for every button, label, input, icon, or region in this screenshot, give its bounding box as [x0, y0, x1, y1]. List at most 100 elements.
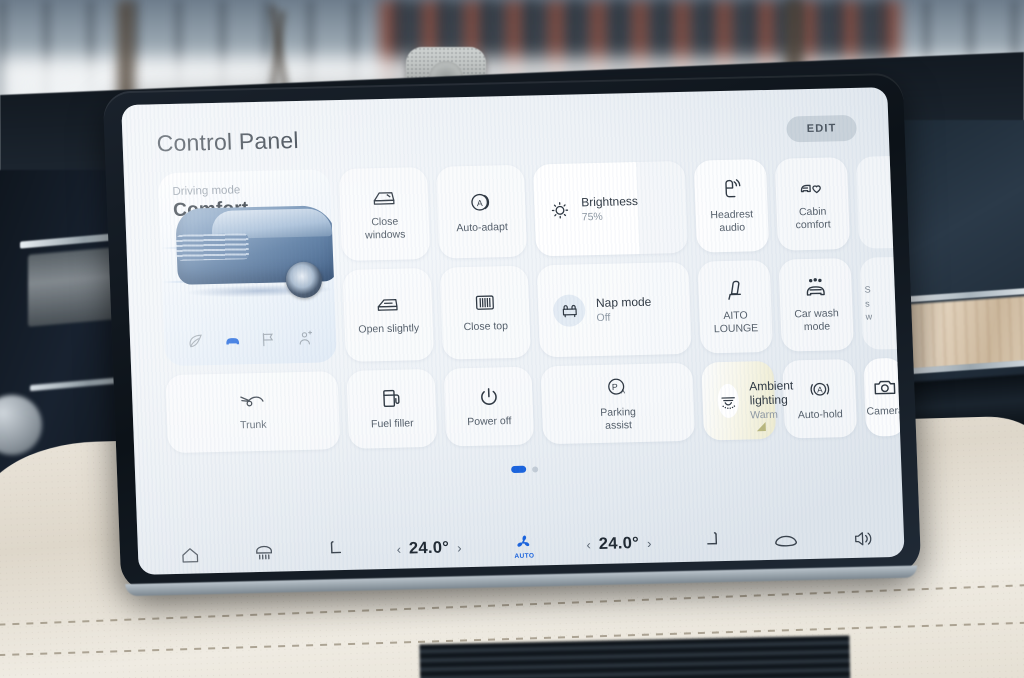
tile-label: Fuel filler [370, 417, 414, 431]
rear-defrost-button[interactable] [252, 542, 275, 563]
cabin-comfort-icon [800, 184, 821, 193]
headrest-audio-icon [725, 178, 741, 198]
tile-trunk[interactable]: Trunk [165, 371, 341, 454]
brightness-slider[interactable]: Brightness 75% [532, 160, 689, 257]
svg-text:A: A [816, 385, 822, 394]
parking-assist-icon: P A [608, 378, 626, 395]
temp-left-increase[interactable]: › [457, 540, 462, 555]
seat-heat-left-icon [330, 541, 342, 554]
tile-label: Cabin comfort [795, 205, 831, 231]
tile-aito-lounge[interactable]: AITO LOUNGE [697, 259, 773, 354]
temp-left-value: 24.0° [408, 538, 450, 558]
edit-button[interactable]: EDIT [786, 114, 858, 142]
ambient-title: Ambient lighting [748, 378, 794, 408]
sunroof-icon [475, 295, 494, 310]
vehicle-illustration [167, 197, 338, 299]
tile-label: Parking assist [600, 405, 637, 432]
tile-label: AITO LOUNGE [713, 309, 759, 335]
auto-hold-icon: A [810, 382, 829, 396]
volume-icon [854, 531, 872, 545]
display-screen: Control Panel EDIT Driving mode Comfort [121, 87, 905, 575]
wood-trim-panel [900, 295, 1024, 371]
tile-label: Camera [866, 404, 905, 418]
svg-text:A: A [476, 198, 482, 208]
lounge-seat-icon [728, 280, 741, 300]
svg-text:P: P [612, 382, 618, 392]
header: Control Panel EDIT [156, 114, 867, 158]
tile-close-windows[interactable]: Close windows [338, 166, 431, 261]
tile-label: Auto-hold [797, 407, 843, 421]
window-closed-icon [373, 191, 395, 205]
control-panel-ui: Control Panel EDIT Driving mode Comfort [121, 87, 905, 575]
auto-adapt-icon: A [470, 193, 489, 211]
driving-mode-selector[interactable] [164, 328, 337, 356]
custom-person-icon[interactable] [296, 330, 314, 352]
svg-text:A: A [621, 388, 626, 395]
comfort-car-icon[interactable] [223, 330, 243, 354]
tile-headrest-audio[interactable]: Headrest audio [693, 158, 770, 253]
eco-leaf-icon[interactable] [187, 332, 205, 354]
tile-parking-assist[interactable]: P A Parking assist [540, 362, 696, 445]
temperature-left[interactable]: ‹ 24.0° › [396, 538, 462, 559]
volume-button[interactable] [852, 528, 875, 549]
tile-label: Close windows [364, 215, 406, 241]
driving-mode-card[interactable]: Driving mode Comfort [157, 169, 338, 367]
page-dot-active[interactable] [510, 465, 526, 474]
camera-icon [873, 380, 895, 395]
ambient-lighting-card[interactable]: Ambient lighting Warm [701, 360, 793, 441]
seat-heat-right-icon [707, 532, 717, 545]
tile-cabin-comfort[interactable]: Cabin comfort [774, 157, 851, 251]
trunk-icon [240, 396, 264, 407]
seat-heat-right-button[interactable] [704, 531, 722, 552]
tile-partial-right-3[interactable] [168, 458, 341, 463]
nap-mode-card[interactable]: Nap mode Off [536, 261, 692, 358]
temp-right-value: 24.0° [598, 534, 640, 553]
tile-label: Open slightly [358, 322, 420, 336]
temp-left-decrease[interactable]: ‹ [396, 542, 401, 557]
tile-car-wash-mode[interactable]: Car wash mode [778, 258, 854, 352]
nap-mode-title: Nap mode [595, 294, 652, 311]
power-icon [480, 387, 497, 405]
temp-right-increase[interactable]: › [647, 536, 652, 551]
tile-label: Auto-adapt [456, 220, 508, 234]
tile-label: Car wash mode [794, 307, 839, 333]
ambient-icon-wrap [717, 383, 740, 419]
rear-defrost-icon [255, 545, 272, 560]
page-indicator[interactable] [169, 457, 879, 481]
fuel-pump-icon [383, 389, 400, 408]
temperature-right[interactable]: ‹ 24.0° › [586, 534, 652, 555]
control-grid: Driving mode Comfort [157, 155, 905, 463]
ambient-light-icon [721, 396, 736, 409]
tile-fuel-filler[interactable]: Fuel filler [346, 368, 438, 449]
infotainment-display: Control Panel EDIT Driving mode Comfort [102, 72, 922, 597]
tile-power-off[interactable]: Power off [443, 366, 535, 447]
car-interior-photo: Control Panel EDIT Driving mode Comfort [0, 0, 1024, 678]
fan-auto-button[interactable]: AUTO [514, 533, 535, 560]
nap-mode-icon-wrap [552, 294, 586, 328]
tile-label: Trunk [239, 418, 267, 432]
nap-mode-value: Off [596, 311, 611, 325]
ambient-value: Warm [750, 408, 779, 422]
car-profile-button[interactable] [773, 531, 800, 550]
sun-icon [551, 201, 569, 219]
car-wash-icon [806, 277, 825, 296]
temp-right-decrease[interactable]: ‹ [586, 537, 591, 552]
tile-label: Close top [463, 320, 509, 334]
page-dot[interactable] [531, 465, 538, 473]
sport-flag-icon[interactable] [260, 331, 278, 353]
tile-label: Headrest audio [710, 208, 754, 234]
fan-auto-label: AUTO [514, 552, 535, 560]
nap-seat-icon [562, 304, 577, 317]
brightness-value: 75% [581, 210, 603, 224]
tile-open-slightly[interactable]: Open slightly [342, 267, 434, 362]
brightness-title: Brightness [580, 194, 639, 210]
tile-close-top[interactable]: Close top [439, 265, 531, 360]
resize-corner-icon [756, 422, 766, 432]
page-title: Control Panel [156, 127, 300, 157]
home-icon [182, 547, 199, 563]
car-profile-icon [775, 535, 798, 546]
tile-auto-adapt[interactable]: A Auto-adapt [435, 164, 528, 259]
seat-heat-left-button[interactable] [327, 540, 345, 561]
home-button[interactable] [180, 545, 201, 563]
tile-label: Power off [467, 414, 512, 428]
